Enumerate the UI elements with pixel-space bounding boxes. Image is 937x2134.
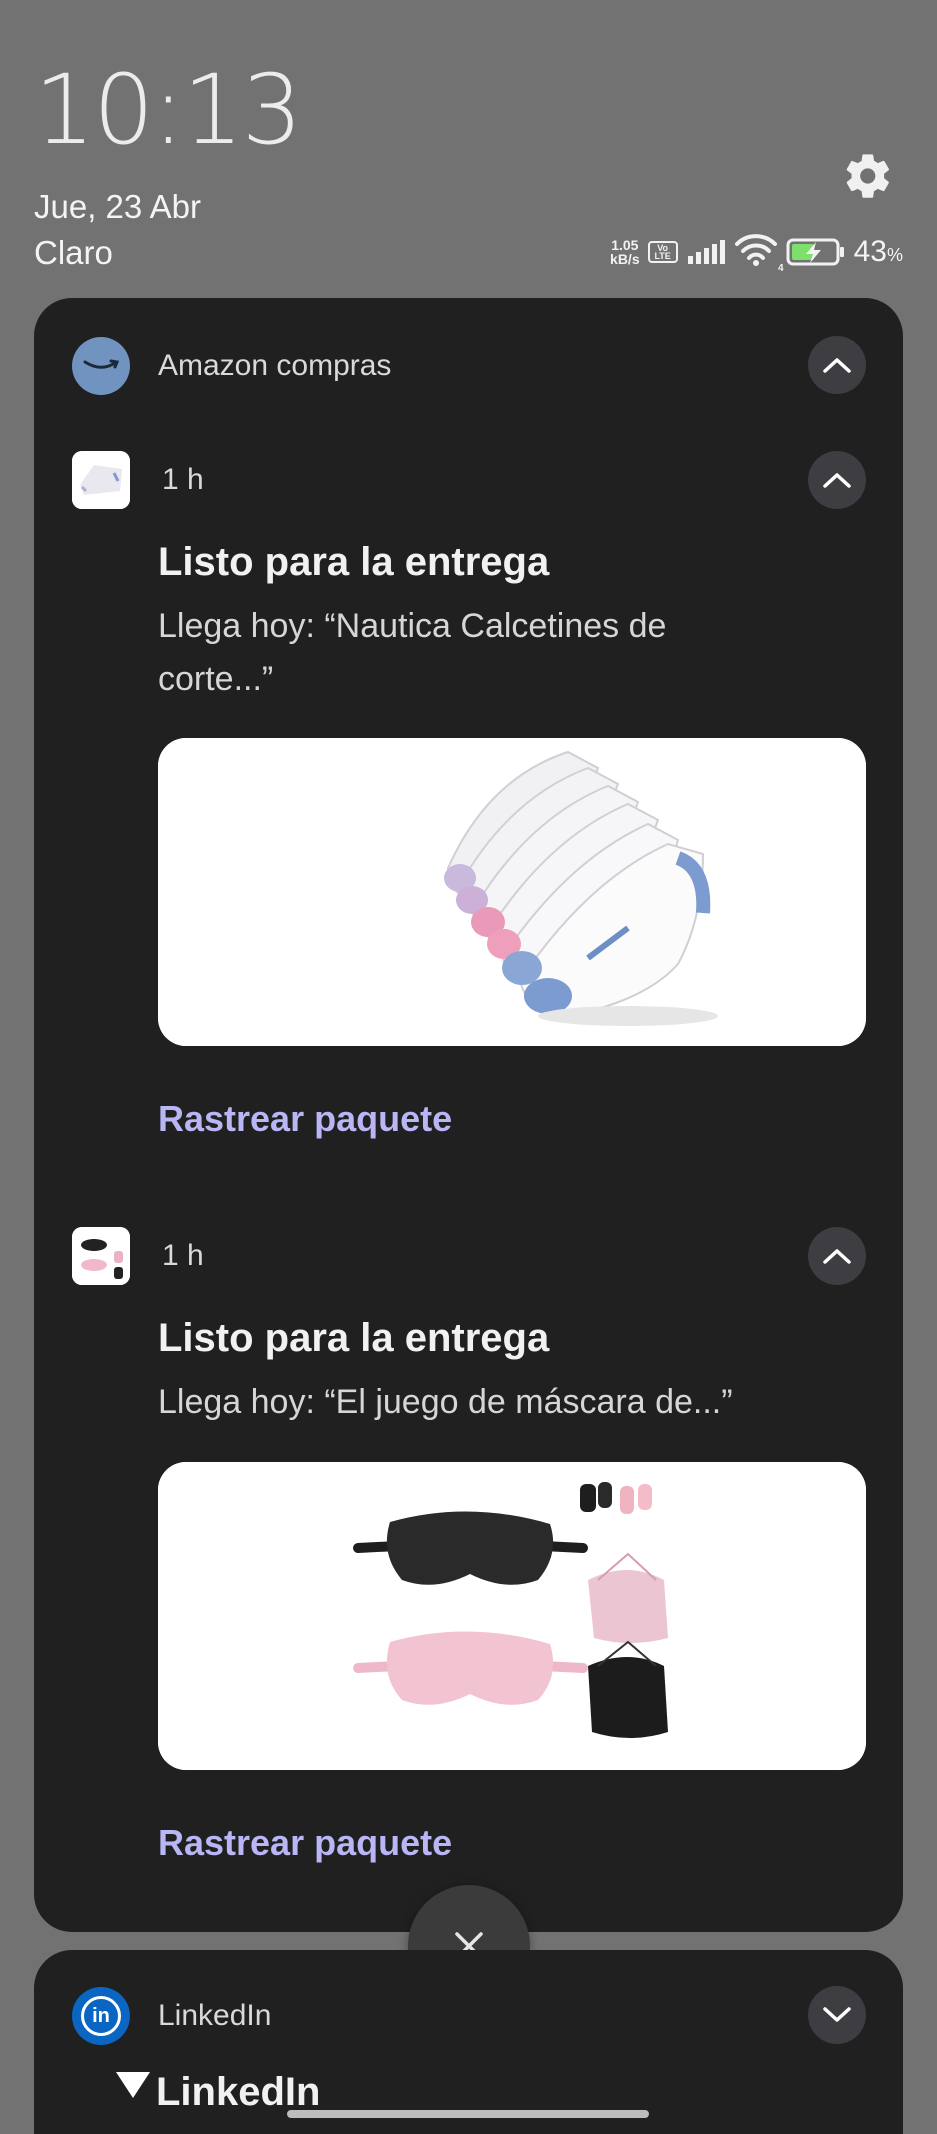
settings-gear-icon[interactable] (842, 150, 894, 202)
linkedin-notification-title: LinkedIn (156, 2070, 321, 2114)
collapse-notification-chevron-up-icon[interactable] (808, 1227, 866, 1285)
linkedin-app-name: LinkedIn (158, 1999, 272, 2032)
wifi-icon: 4 (734, 233, 784, 274)
linkedin-triangle-icon (116, 2072, 150, 2098)
notification-title: Listo para la entrega (158, 1316, 550, 1360)
amazon-app-header[interactable]: Amazon compras (72, 336, 865, 396)
track-package-button[interactable]: Rastrear paquete (158, 1098, 452, 1140)
socks-product-image[interactable] (158, 738, 866, 1046)
collapse-group-chevron-up-icon[interactable] (808, 336, 866, 394)
notification-body: Llega hoy: “Nautica Calcetines de corte.… (158, 607, 667, 698)
linkedin-notification-group[interactable]: in LinkedIn LinkedIn (34, 1950, 903, 2134)
socks-thumbnail (72, 451, 130, 509)
track-package-button[interactable]: Rastrear paquete (158, 1822, 452, 1864)
amazon-app-name: Amazon compras (158, 349, 392, 382)
amazon-app-icon (72, 337, 130, 395)
sleep-mask-thumbnail (72, 1227, 130, 1285)
carrier-name: Claro (34, 234, 113, 271)
notification-title: Listo para la entrega (158, 540, 550, 584)
expand-group-chevron-down-icon[interactable] (808, 1986, 866, 2044)
status-icons: 1.05 kB/s Vo LTE 4 43% (610, 233, 903, 274)
notification-time: 1 h (162, 1239, 204, 1272)
sleep-mask-set-image[interactable] (158, 1462, 866, 1770)
date: Jue, 23 Abr (34, 188, 201, 225)
home-gesture-bar[interactable] (287, 2110, 649, 2118)
signal-icon (687, 240, 725, 264)
network-speed: 1.05 kB/s (610, 237, 640, 267)
volte-icon: Vo LTE (647, 241, 678, 263)
battery-charging-icon (786, 238, 844, 266)
notification-time: 1 h (162, 463, 204, 496)
collapse-notification-chevron-up-icon[interactable] (808, 451, 866, 509)
linkedin-app-header[interactable]: in LinkedIn (72, 1986, 865, 2046)
amazon-notification-group[interactable]: Amazon compras 1 h Listo para la entrega… (34, 298, 903, 1932)
linkedin-app-icon: in (72, 1987, 130, 2045)
battery-percent: 43% (853, 235, 903, 268)
clock: 10:13 (34, 54, 303, 166)
notification-body: Llega hoy: “El juego de máscara de...” (158, 1383, 733, 1421)
